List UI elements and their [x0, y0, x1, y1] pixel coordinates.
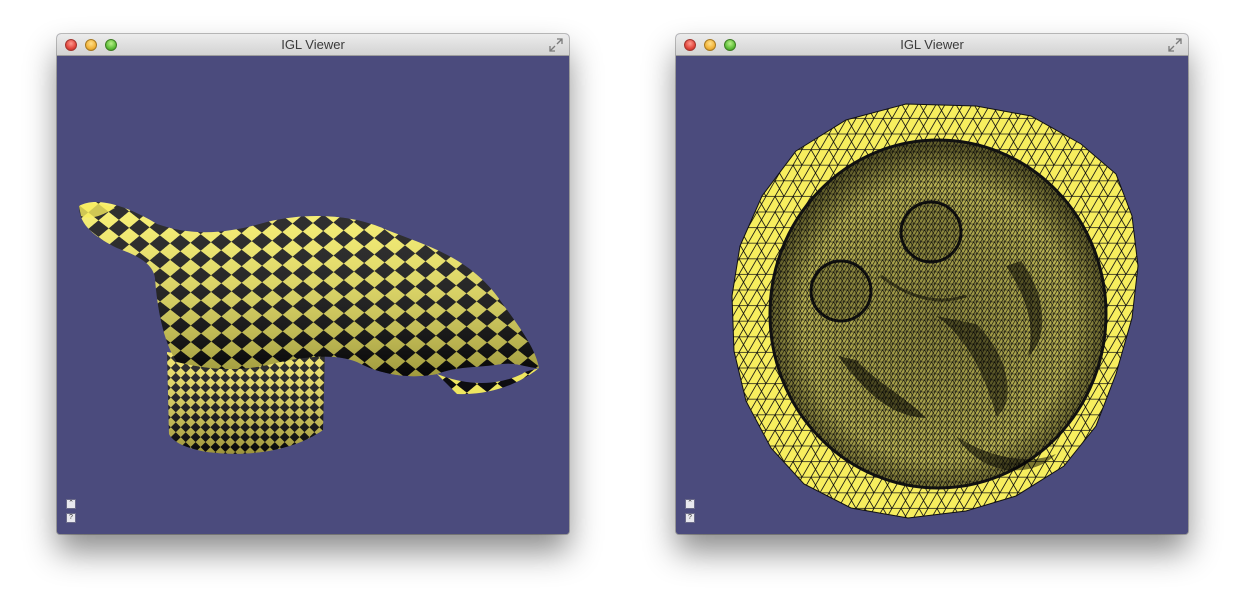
help-icon[interactable]: ? [66, 513, 76, 523]
viewer-window-right[interactable]: IGL Viewer ⌃ ? [676, 34, 1188, 534]
expand-panel-icon[interactable]: ⌃ [685, 499, 695, 509]
fullscreen-icon[interactable] [1168, 38, 1182, 52]
help-icon[interactable]: ? [685, 513, 695, 523]
title-bar[interactable]: IGL Viewer [676, 34, 1188, 56]
window-title: IGL Viewer [900, 37, 964, 52]
fullscreen-icon[interactable] [549, 38, 563, 52]
window-title: IGL Viewer [281, 37, 345, 52]
viewport-canvas[interactable]: ⌃ ? [57, 56, 569, 534]
checkerboard-mesh [79, 202, 539, 454]
expand-panel-icon[interactable]: ⌃ [66, 499, 76, 509]
desktop: IGL Viewer ⌃ ? IGL Viewer ⌃ ? [0, 0, 1250, 612]
parameterization-mesh [731, 103, 1139, 519]
viewer-window-left[interactable]: IGL Viewer ⌃ ? [57, 34, 569, 534]
title-bar[interactable]: IGL Viewer [57, 34, 569, 56]
viewport-canvas[interactable]: ⌃ ? [676, 56, 1188, 534]
